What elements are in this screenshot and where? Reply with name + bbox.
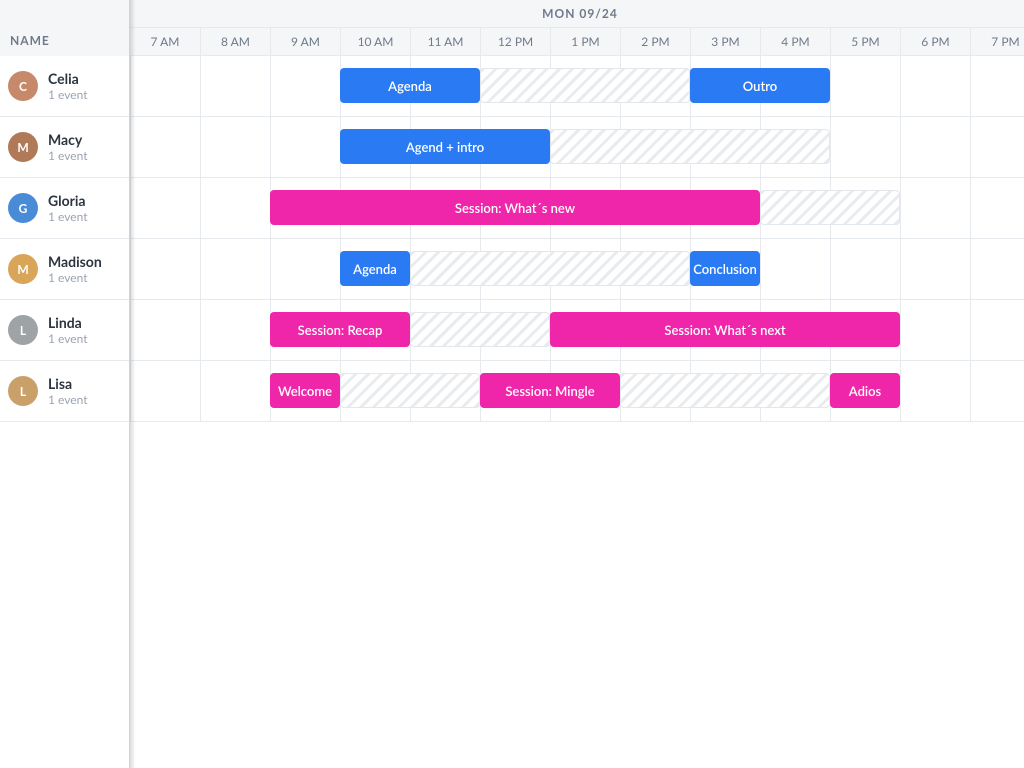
people-list: CCelia1 eventMMacy1 eventGGloria1 eventM… bbox=[0, 56, 129, 422]
avatar: L bbox=[8, 315, 38, 345]
sidebar: NAME CCelia1 eventMMacy1 eventGGloria1 e… bbox=[0, 0, 130, 768]
hour-cell: 3 PM bbox=[690, 28, 760, 55]
event-block[interactable]: Session: What´s next bbox=[550, 312, 900, 347]
avatar: M bbox=[8, 254, 38, 284]
avatar: M bbox=[8, 132, 38, 162]
person-row[interactable]: M Macy1 event bbox=[0, 117, 129, 178]
event-block[interactable]: Agenda bbox=[340, 251, 410, 286]
event-block[interactable]: Session: Mingle bbox=[480, 373, 620, 408]
person-row[interactable]: C Celia1 event bbox=[0, 56, 129, 117]
event-block[interactable]: Agend + intro bbox=[340, 129, 550, 164]
person-row[interactable]: L Lisa1 event bbox=[0, 361, 129, 422]
event-gap[interactable] bbox=[550, 129, 830, 164]
hour-cell: 7 AM bbox=[130, 28, 200, 55]
hour-cell: 2 PM bbox=[620, 28, 690, 55]
person-row[interactable]: G Gloria1 event bbox=[0, 178, 129, 239]
timeline-row[interactable]: Session: What´s new bbox=[130, 178, 1024, 239]
hour-cell: 10 AM bbox=[340, 28, 410, 55]
event-block[interactable]: Session: What´s new bbox=[270, 190, 760, 225]
person-name: Macy bbox=[48, 131, 88, 149]
event-block[interactable]: Welcome bbox=[270, 373, 340, 408]
hour-cell: 12 PM bbox=[480, 28, 550, 55]
timeline-header: MON 09/24 7 AM8 AM9 AM10 AM11 AM12 PM1 P… bbox=[130, 0, 1024, 56]
person-name: Gloria bbox=[48, 192, 88, 210]
hour-cell: 1 PM bbox=[550, 28, 620, 55]
person-name: Lisa bbox=[48, 375, 88, 393]
hour-cell: 5 PM bbox=[830, 28, 900, 55]
avatar: G bbox=[8, 193, 38, 223]
avatar: C bbox=[8, 71, 38, 101]
timeline-rows: Agenda Outro Agend + intro Session: What´s … bbox=[130, 56, 1024, 422]
event-gap[interactable] bbox=[410, 251, 690, 286]
timeline-row[interactable]: Agenda Conclusion bbox=[130, 239, 1024, 300]
hour-cell: 4 PM bbox=[760, 28, 830, 55]
timeline-row[interactable]: Welcome Session: Mingle Adios bbox=[130, 361, 1024, 422]
event-gap[interactable] bbox=[410, 312, 550, 347]
event-block[interactable]: Session: Recap bbox=[270, 312, 410, 347]
timeline-row[interactable]: Agend + intro bbox=[130, 117, 1024, 178]
person-event-count: 1 event bbox=[48, 270, 102, 285]
event-gap[interactable] bbox=[620, 373, 830, 408]
person-event-count: 1 event bbox=[48, 209, 88, 224]
hour-cell: 11 AM bbox=[410, 28, 480, 55]
person-row[interactable]: M Madison1 event bbox=[0, 239, 129, 300]
timeline-grid: MON 09/24 7 AM8 AM9 AM10 AM11 AM12 PM1 P… bbox=[130, 0, 1024, 768]
hour-cell: 9 AM bbox=[270, 28, 340, 55]
person-event-count: 1 event bbox=[48, 87, 88, 102]
person-name: Madison bbox=[48, 253, 102, 271]
person-event-count: 1 event bbox=[48, 392, 88, 407]
person-event-count: 1 event bbox=[48, 331, 88, 346]
avatar: L bbox=[8, 376, 38, 406]
hour-cell: 7 PM bbox=[970, 28, 1024, 55]
date-label: MON 09/24 bbox=[130, 0, 1024, 28]
event-gap[interactable] bbox=[340, 373, 480, 408]
person-row[interactable]: L Linda1 event bbox=[0, 300, 129, 361]
event-gap[interactable] bbox=[480, 68, 690, 103]
event-gap[interactable] bbox=[760, 190, 900, 225]
timeline-row[interactable]: Session: Recap Session: What´s next bbox=[130, 300, 1024, 361]
person-name: Celia bbox=[48, 70, 88, 88]
event-block[interactable]: Conclusion bbox=[690, 251, 760, 286]
timeline-row[interactable]: Agenda Outro bbox=[130, 56, 1024, 117]
person-event-count: 1 event bbox=[48, 148, 88, 163]
hour-cell: 8 AM bbox=[200, 28, 270, 55]
event-block[interactable]: Adios bbox=[830, 373, 900, 408]
name-column-header: NAME bbox=[0, 0, 129, 56]
hour-scale: 7 AM8 AM9 AM10 AM11 AM12 PM1 PM2 PM3 PM4… bbox=[130, 28, 1024, 55]
person-name: Linda bbox=[48, 314, 88, 332]
hour-cell: 6 PM bbox=[900, 28, 970, 55]
event-block[interactable]: Outro bbox=[690, 68, 830, 103]
event-block[interactable]: Agenda bbox=[340, 68, 480, 103]
